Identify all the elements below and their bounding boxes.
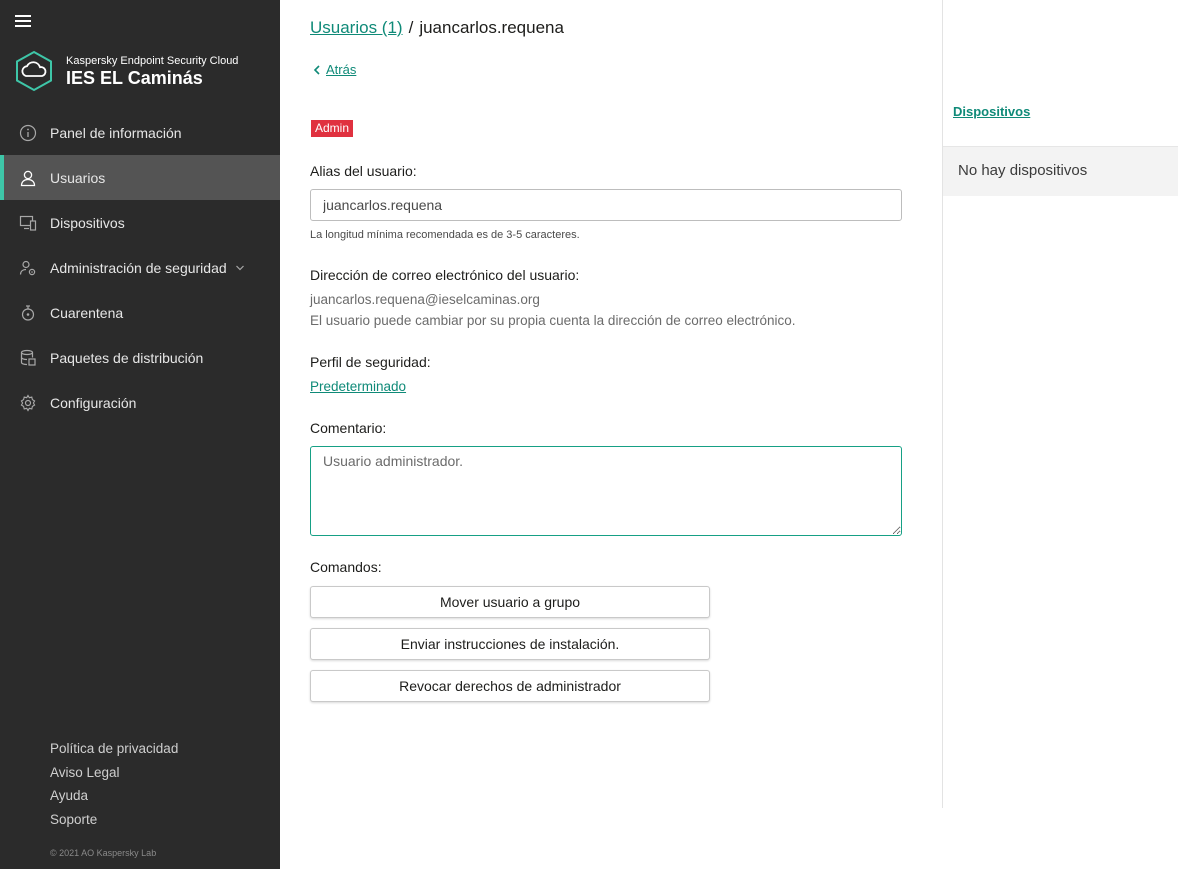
alias-label: Alias del usuario: xyxy=(310,163,417,179)
sidebar-item-security-management[interactable]: Administración de seguridad xyxy=(0,245,280,290)
packages-icon xyxy=(20,349,36,366)
security-profile-link[interactable]: Predeterminado xyxy=(310,379,406,394)
breadcrumb-users-link[interactable]: Usuarios (1) xyxy=(310,18,403,38)
email-label: Dirección de correo electrónico del usua… xyxy=(310,267,580,283)
privacy-policy-link[interactable]: Política de privacidad xyxy=(50,737,178,761)
sidebar-nav: Panel de información Usuarios Dispositiv… xyxy=(0,110,280,425)
role-badge: Admin xyxy=(311,120,354,137)
sidebar-item-users[interactable]: Usuarios xyxy=(0,155,280,200)
tab-devices[interactable]: Dispositivos xyxy=(953,104,1030,119)
comment-textarea[interactable]: Usuario administrador. xyxy=(310,446,902,536)
sidebar-item-label: Paquetes de distribución xyxy=(50,349,204,366)
sidebar-item-label: Usuarios xyxy=(50,169,106,186)
revoke-admin-rights-button[interactable]: Revocar derechos de administrador xyxy=(310,670,710,702)
page-title: juancarlos.requena xyxy=(419,18,564,37)
gear-icon xyxy=(20,394,36,412)
back-link[interactable]: Atrás xyxy=(313,62,356,77)
comment-label: Comentario: xyxy=(310,420,387,436)
sidebar-item-label: Administración de seguridad xyxy=(50,259,227,276)
send-install-instructions-button[interactable]: Enviar instrucciones de instalación. xyxy=(310,628,710,660)
alias-hint: La longitud mínima recomendada es de 3-5… xyxy=(310,229,580,241)
quarantine-icon xyxy=(21,305,35,321)
organization-name: IES EL Caminás xyxy=(66,68,203,88)
breadcrumb: Usuarios (1) / juancarlos.requena xyxy=(310,18,564,38)
copyright: © 2021 AO Kaspersky Lab xyxy=(50,848,157,858)
footer-links: Política de privacidad Aviso Legal Ayuda… xyxy=(50,737,178,832)
menu-icon[interactable] xyxy=(15,15,31,29)
brand: Kaspersky Endpoint Security Cloud IES EL… xyxy=(14,50,238,92)
sidebar-item-settings[interactable]: Configuración xyxy=(0,380,280,425)
main-content: Usuarios (1) / juancarlos.requena Atrás … xyxy=(280,0,942,869)
alias-input[interactable] xyxy=(310,189,902,221)
email-value: juancarlos.requena@ieselcaminas.org xyxy=(310,292,540,307)
commands-label: Comandos: xyxy=(310,559,382,575)
sidebar-item-devices[interactable]: Dispositivos xyxy=(0,200,280,245)
devices-panel: Dispositivos No hay dispositivos xyxy=(942,0,1178,808)
support-link[interactable]: Soporte xyxy=(50,808,178,832)
move-user-to-group-button[interactable]: Mover usuario a grupo xyxy=(310,586,710,618)
chevron-down-icon[interactable] xyxy=(235,263,245,273)
help-link[interactable]: Ayuda xyxy=(50,784,178,808)
security-management-icon xyxy=(19,260,36,276)
breadcrumb-separator: / xyxy=(408,18,414,37)
empty-devices-message: No hay dispositivos xyxy=(943,146,1178,196)
back-label: Atrás xyxy=(326,62,357,77)
sidebar-item-distribution-packages[interactable]: Paquetes de distribución xyxy=(0,335,280,380)
sidebar-item-dashboard[interactable]: Panel de información xyxy=(0,110,280,155)
sidebar-item-label: Panel de información xyxy=(50,124,182,141)
legal-notice-link[interactable]: Aviso Legal xyxy=(50,761,178,785)
sidebar-item-quarantine[interactable]: Cuarentena xyxy=(0,290,280,335)
chevron-left-icon xyxy=(313,64,320,75)
kaspersky-logo-icon xyxy=(16,50,52,92)
info-icon xyxy=(19,124,37,142)
user-icon xyxy=(20,170,36,187)
devices-icon xyxy=(19,215,37,231)
sidebar: Kaspersky Endpoint Security Cloud IES EL… xyxy=(0,0,280,869)
product-name: Kaspersky Endpoint Security Cloud xyxy=(66,55,239,67)
sidebar-item-label: Configuración xyxy=(50,394,137,411)
sidebar-item-label: Cuarentena xyxy=(50,304,124,321)
security-profile-label: Perfil de seguridad: xyxy=(310,354,431,370)
email-note: El usuario puede cambiar por su propia c… xyxy=(310,313,796,328)
sidebar-item-label: Dispositivos xyxy=(50,214,125,231)
